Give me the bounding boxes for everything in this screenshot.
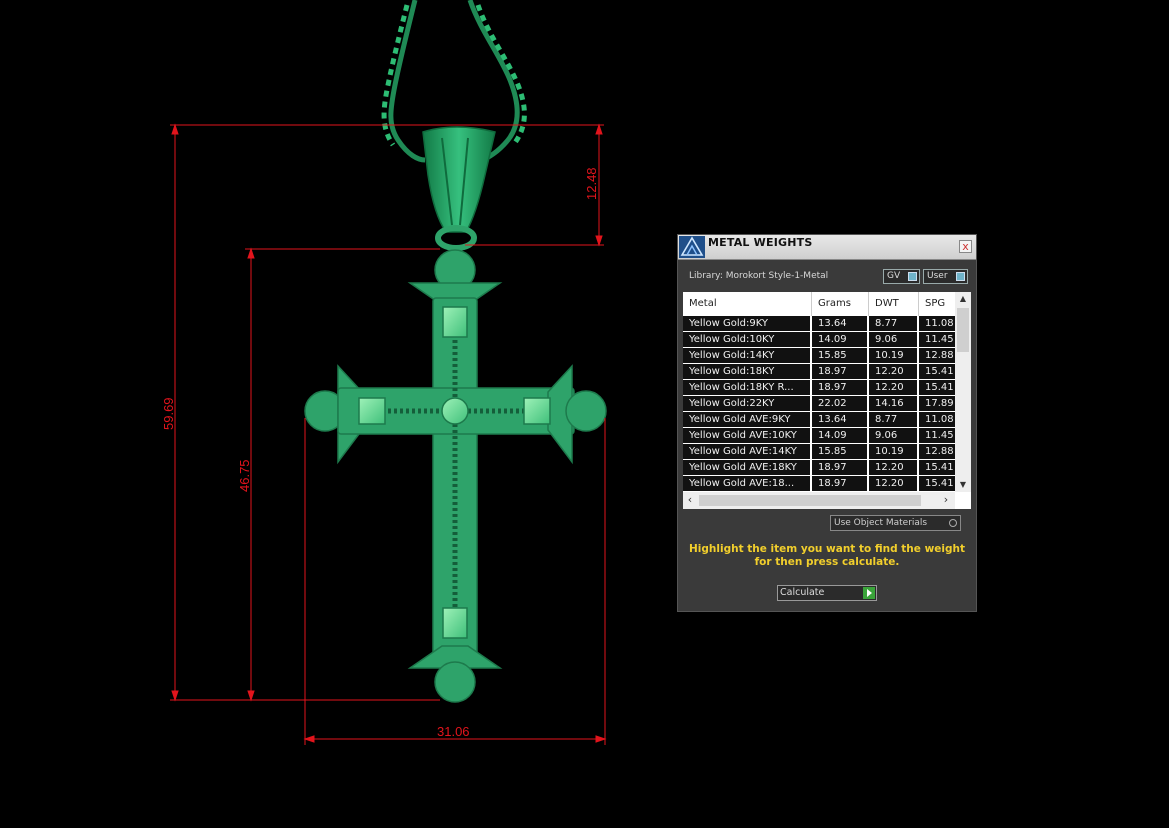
table-row[interactable]: Yellow Gold AVE:9KY 13.64 8.77 11.08 (683, 412, 955, 428)
dimension-label-width: 31.06 (437, 724, 470, 739)
user-toggle-indicator-icon (956, 272, 965, 281)
grams-cell: 13.64 (812, 412, 869, 427)
dimension-lines (170, 123, 607, 745)
play-icon (863, 587, 875, 599)
table-row[interactable]: Yellow Gold AVE:14KY 15.85 10.19 12.88 (683, 444, 955, 460)
spg-cell: 11.45 (925, 430, 954, 441)
horizontal-scrollbar[interactable]: ‹ › (683, 492, 955, 509)
spg-cell: 15.41 (925, 478, 954, 489)
dwt-cell: 12.20 (869, 476, 919, 491)
spg-cell: 15.41 (925, 382, 954, 393)
user-toggle-label: User (927, 271, 948, 281)
scroll-left-arrow-icon[interactable]: ‹ (683, 492, 697, 509)
table-body: Yellow Gold:9KY 13.64 8.77 11.08 Yellow Gol… (683, 316, 955, 492)
spg-cell: 15.41 (925, 366, 954, 377)
metal-cell: Yellow Gold:18KY (683, 364, 812, 379)
grams-cell: 14.09 (812, 332, 869, 347)
grams-cell: 13.64 (812, 316, 869, 331)
table-row[interactable]: Yellow Gold AVE:10KY 14.09 9.06 11.45 (683, 428, 955, 444)
scroll-up-arrow-icon[interactable]: ▲ (955, 292, 971, 306)
spg-cell: 15.41 (925, 462, 954, 473)
metal-weights-panel: METAL WEIGHTS x Library: Morokort Style-… (677, 234, 977, 612)
gv-toggle-indicator-icon (908, 272, 917, 281)
spg-cell: 12.88 (925, 446, 954, 457)
grams-cell: 18.97 (812, 364, 869, 379)
spg-cell: 12.88 (925, 350, 954, 361)
spg-cell: 11.45 (925, 334, 954, 345)
vertical-scroll-thumb[interactable] (957, 308, 969, 352)
dwt-cell: 12.20 (869, 380, 919, 395)
bail (422, 126, 496, 251)
grams-cell: 18.97 (812, 476, 869, 491)
metal-cell: Yellow Gold:10KY (683, 332, 812, 347)
metal-table: Metal Grams DWT SPG Yellow Gold:9KY 13.64… (683, 292, 971, 509)
model-viewport[interactable]: 12.48 59.69 46.75 31.06 (0, 0, 1169, 828)
dwt-cell: 12.20 (869, 364, 919, 379)
gv-toggle[interactable]: GV (883, 269, 920, 284)
column-header-metal[interactable]: Metal (683, 292, 812, 316)
dwt-cell: 10.19 (869, 348, 919, 363)
spg-cell: 11.08 (925, 414, 954, 425)
gv-toggle-label: GV (887, 271, 901, 281)
metal-cell: Yellow Gold:9KY (683, 316, 812, 331)
table-row[interactable]: Yellow Gold AVE:18KY 18.97 12.20 15.41 (683, 460, 955, 476)
table-row[interactable]: Yellow Gold AVE:18... 18.97 12.20 15.41 (683, 476, 955, 492)
metal-cell: Yellow Gold:22KY (683, 396, 812, 411)
dwt-cell: 9.06 (869, 332, 919, 347)
grams-cell: 18.97 (812, 460, 869, 475)
metal-cell: Yellow Gold AVE:9KY (683, 412, 812, 427)
metal-cell: Yellow Gold:18KY R... (683, 380, 812, 395)
table-row[interactable]: Yellow Gold:18KY R... 18.97 12.20 15.41 (683, 380, 955, 396)
spg-cell: 11.08 (925, 318, 954, 329)
dwt-cell: 8.77 (869, 412, 919, 427)
grams-cell: 15.85 (812, 348, 869, 363)
metal-cell: Yellow Gold AVE:18KY (683, 460, 812, 475)
dwt-cell: 14.16 (869, 396, 919, 411)
table-row[interactable]: Yellow Gold:18KY 18.97 12.20 15.41 (683, 364, 955, 380)
spg-cell: 17.89 (925, 398, 954, 409)
user-toggle[interactable]: User (923, 269, 968, 284)
dimension-label-full-height: 59.69 (161, 397, 176, 430)
table-row[interactable]: Yellow Gold:22KY 22.02 14.16 17.89 (683, 396, 955, 412)
use-object-materials-label: Use Object Materials (834, 518, 928, 528)
instruction-line-1: Highlight the item you want to find the … (689, 543, 965, 555)
dwt-cell: 10.19 (869, 444, 919, 459)
library-label: Library: Morokort Style-1-Metal (689, 271, 829, 281)
calculate-button[interactable]: Calculate (777, 585, 877, 601)
horizontal-scroll-thumb[interactable] (699, 495, 921, 506)
metal-cell: Yellow Gold AVE:10KY (683, 428, 812, 443)
grams-cell: 15.85 (812, 444, 869, 459)
instruction-line-2: for then press calculate. (754, 556, 900, 568)
table-row[interactable]: Yellow Gold:9KY 13.64 8.77 11.08 (683, 316, 955, 332)
table-row[interactable]: Yellow Gold:14KY 15.85 10.19 12.88 (683, 348, 955, 364)
column-header-dwt[interactable]: DWT (869, 292, 919, 316)
scroll-right-arrow-icon[interactable]: › (939, 492, 953, 509)
panel-titlebar[interactable]: METAL WEIGHTS x (678, 235, 976, 260)
grams-cell: 22.02 (812, 396, 869, 411)
grams-cell: 14.09 (812, 428, 869, 443)
table-header: Metal Grams DWT SPG (683, 292, 955, 316)
panel-title: METAL WEIGHTS (708, 236, 813, 249)
close-button[interactable]: x (959, 240, 972, 253)
dimension-label-top: 12.48 (584, 167, 599, 200)
grams-cell: 18.97 (812, 380, 869, 395)
dwt-cell: 9.06 (869, 428, 919, 443)
table-row[interactable]: Yellow Gold:10KY 14.09 9.06 11.45 (683, 332, 955, 348)
vertical-scrollbar[interactable]: ▲ ▼ (955, 292, 971, 492)
dwt-cell: 8.77 (869, 316, 919, 331)
metal-cell: Yellow Gold AVE:14KY (683, 444, 812, 459)
radio-icon (949, 519, 957, 527)
scroll-down-arrow-icon[interactable]: ▼ (955, 478, 971, 492)
column-header-grams[interactable]: Grams (812, 292, 869, 316)
column-header-spg[interactable]: SPG (919, 292, 955, 316)
dwt-cell: 12.20 (869, 460, 919, 475)
instruction-message: Highlight the item you want to find the … (678, 543, 976, 569)
use-object-materials-option[interactable]: Use Object Materials (830, 515, 961, 531)
metal-cell: Yellow Gold AVE:18... (683, 476, 812, 491)
dimension-label-cross-height: 46.75 (237, 459, 252, 492)
calculate-label: Calculate (780, 587, 825, 598)
metal-cell: Yellow Gold:14KY (683, 348, 812, 363)
app-logo-icon (679, 236, 705, 258)
